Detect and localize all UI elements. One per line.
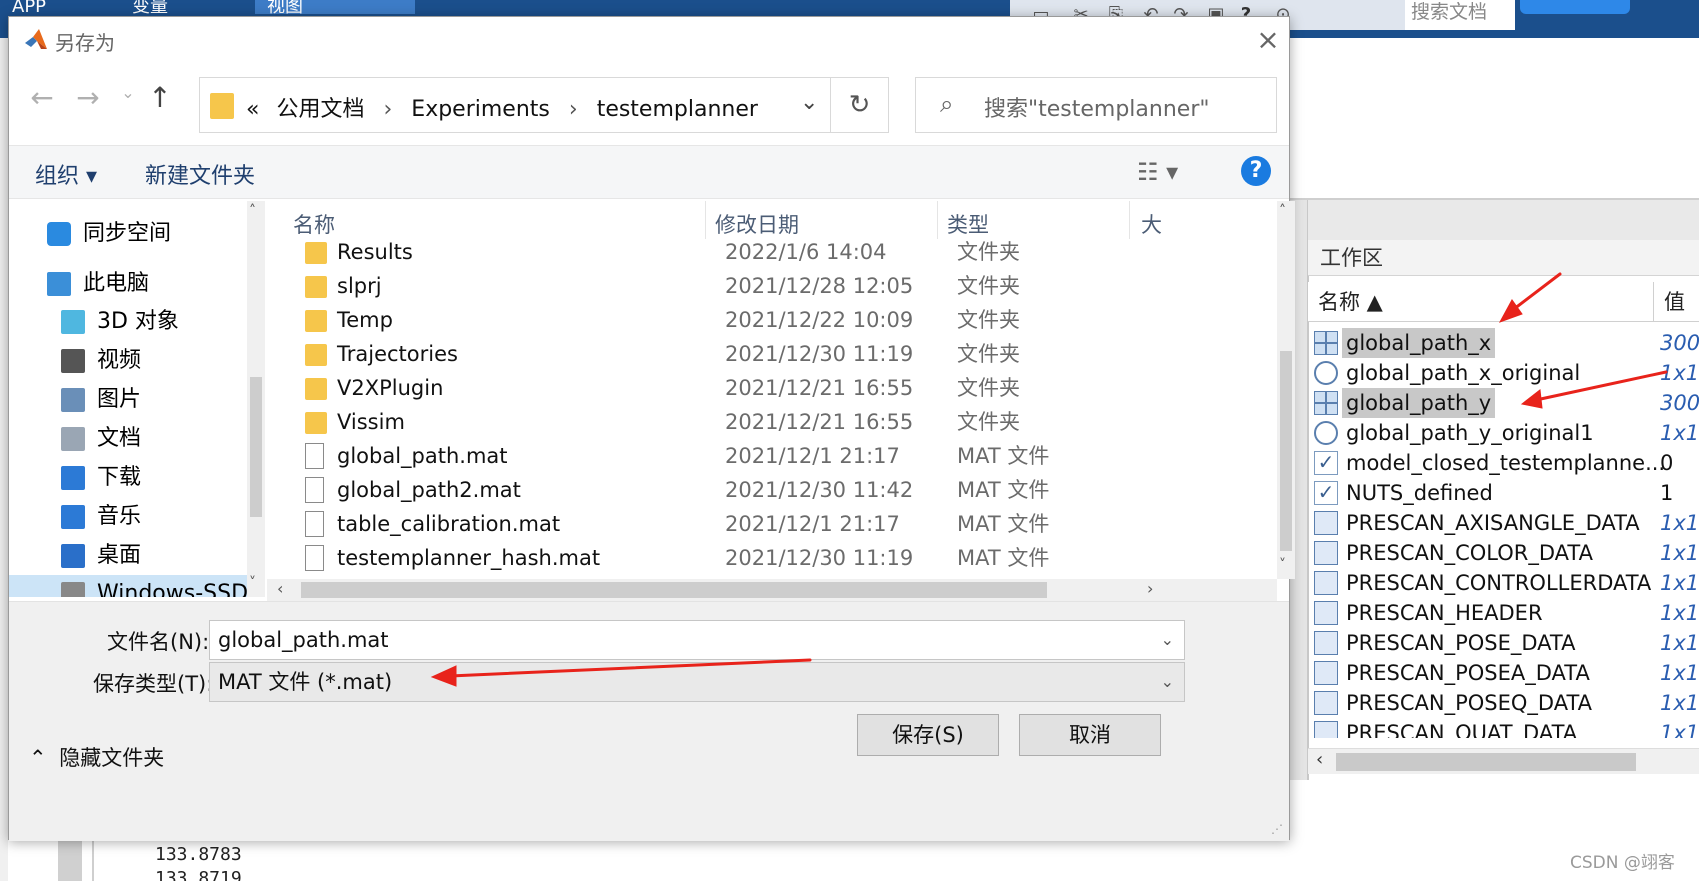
annotation-arrowhead: [1520, 389, 1543, 409]
annotation-arrow: [448, 658, 812, 678]
annotation-arrow: [1534, 370, 1668, 402]
annotation-arrowhead: [1498, 299, 1523, 323]
annotation-arrowhead: [430, 665, 457, 687]
annotation-arrows: [430, 272, 1668, 687]
annotation-arrow: [1508, 272, 1562, 314]
